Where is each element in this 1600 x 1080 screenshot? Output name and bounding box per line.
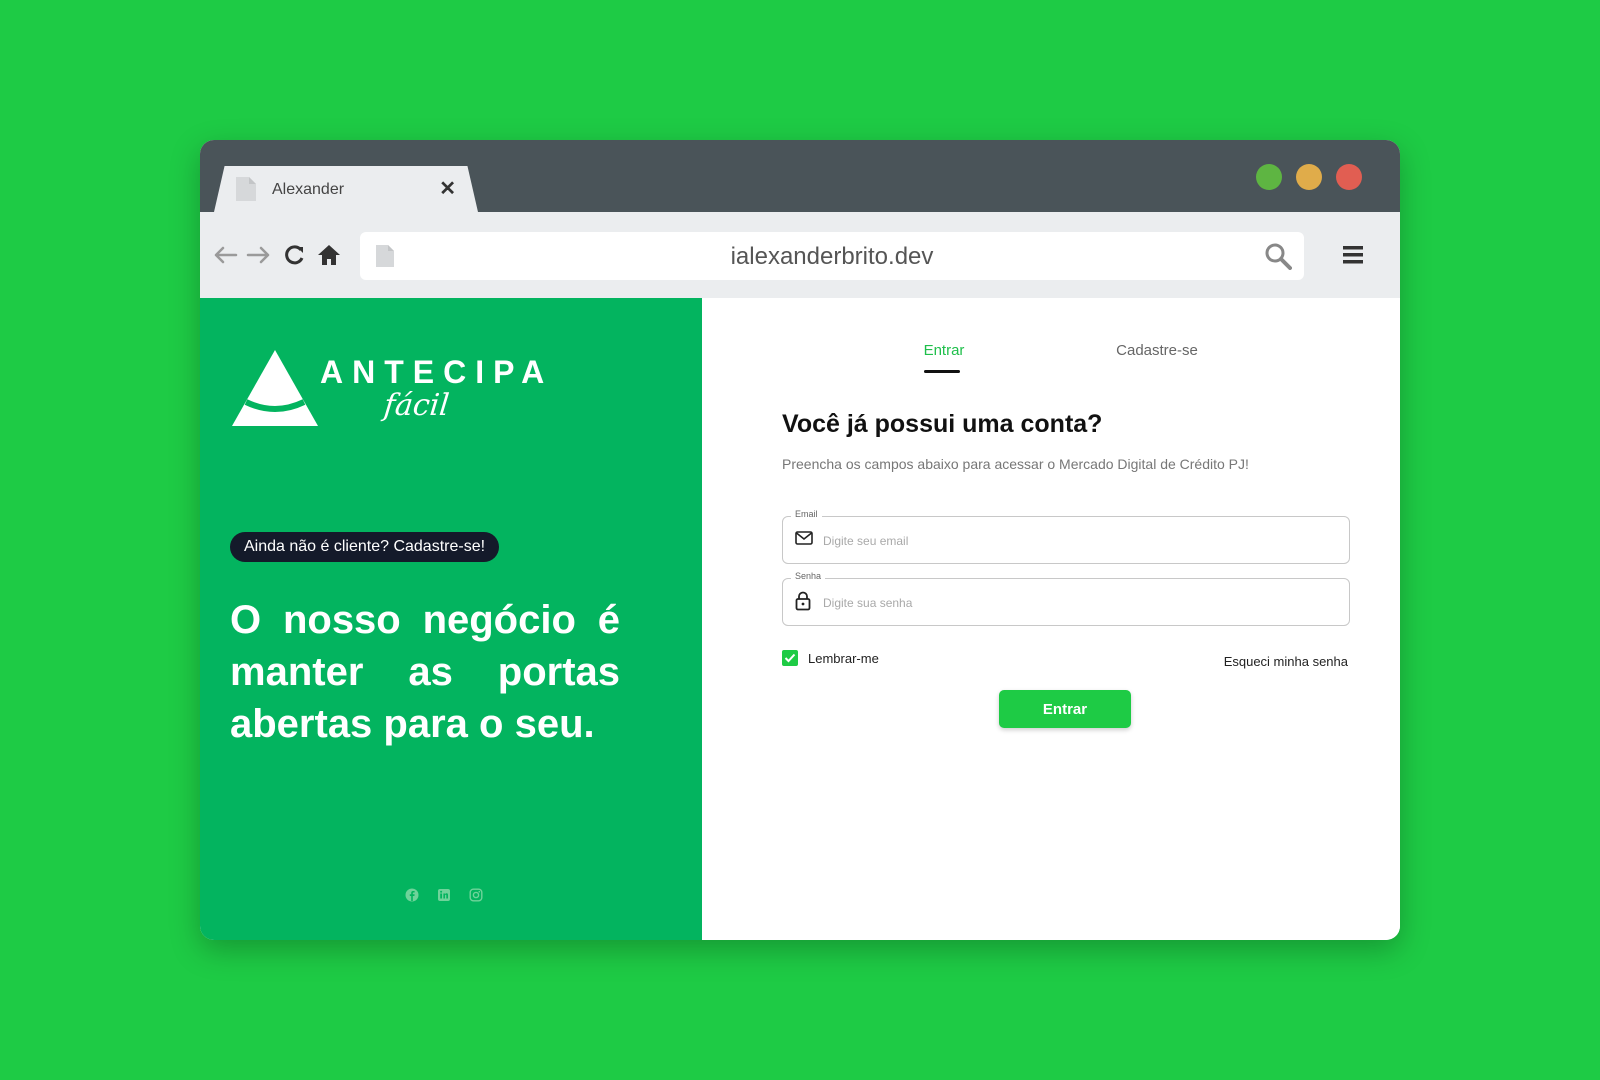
minimize-button[interactable] xyxy=(1296,164,1322,190)
brand-subtitle: fácil xyxy=(382,388,451,423)
tab-entrar[interactable]: Entrar xyxy=(914,342,974,359)
password-input[interactable] xyxy=(821,592,1325,614)
hero-headline: O nosso negócio é manter as portas abert… xyxy=(230,598,620,746)
forgot-password-link[interactable]: Esqueci minha senha xyxy=(1224,654,1348,669)
tab-cadastre-se[interactable]: Cadastre-se xyxy=(1102,342,1212,359)
brand-name: ANTECIPA xyxy=(320,354,554,390)
check-icon xyxy=(784,653,796,663)
social-links xyxy=(405,888,483,902)
password-label: Senha xyxy=(791,571,826,581)
forward-arrow-icon[interactable] xyxy=(244,240,274,270)
auth-tabs: Entrar Cadastre-se xyxy=(702,342,1400,382)
tab-close-icon[interactable]: ✕ xyxy=(439,176,456,201)
remember-label: Lembrar-me xyxy=(808,650,879,666)
browser-window: Alexander ✕ ialexanderbrito.dev ANTECIPA… xyxy=(200,140,1400,940)
url-text[interactable]: ialexanderbrito.dev xyxy=(360,243,1304,271)
browser-toolbar: ialexanderbrito.dev xyxy=(200,212,1400,298)
email-field[interactable]: Email xyxy=(782,509,1350,564)
tab-title: Alexander xyxy=(272,181,345,198)
antecipa-logo[interactable]: ANTECIPA fácil xyxy=(232,350,544,431)
triangle-logo-icon xyxy=(232,350,318,426)
browser-tab[interactable]: Alexander ✕ xyxy=(214,166,478,212)
search-icon[interactable] xyxy=(1264,242,1292,275)
close-window-button[interactable] xyxy=(1336,164,1362,190)
email-input[interactable] xyxy=(821,530,1325,552)
lock-icon xyxy=(795,591,811,616)
signup-cta-pill[interactable]: Ainda não é cliente? Cadastre-se! xyxy=(230,532,500,562)
facebook-icon[interactable] xyxy=(405,888,419,902)
mail-icon xyxy=(795,531,813,550)
document-icon xyxy=(236,177,256,206)
maximize-button[interactable] xyxy=(1256,164,1282,190)
active-tab-indicator xyxy=(924,370,960,373)
address-bar[interactable]: ialexanderbrito.dev xyxy=(360,232,1304,280)
form-title: Você já possui uma conta? xyxy=(782,410,1103,438)
window-controls xyxy=(1256,164,1362,190)
instagram-icon[interactable] xyxy=(469,888,483,902)
submit-button[interactable]: Entrar xyxy=(999,690,1131,728)
hero-panel: ANTECIPA fácil Ainda não é cliente? Cada… xyxy=(200,298,702,940)
remember-me[interactable]: Lembrar-me xyxy=(782,650,879,666)
remember-checkbox[interactable] xyxy=(782,650,798,666)
email-label: Email xyxy=(791,509,822,519)
login-panel: Entrar Cadastre-se Você já possui uma co… xyxy=(702,298,1400,940)
reload-icon[interactable] xyxy=(280,240,310,270)
back-arrow-icon[interactable] xyxy=(210,240,240,270)
password-field[interactable]: Senha xyxy=(782,571,1350,626)
hamburger-menu-icon[interactable] xyxy=(1342,244,1364,271)
browser-titlebar: Alexander ✕ xyxy=(200,140,1400,212)
form-subtitle: Preencha os campos abaixo para acessar o… xyxy=(782,456,1249,472)
linkedin-icon[interactable] xyxy=(437,888,451,902)
home-icon[interactable] xyxy=(314,240,344,270)
